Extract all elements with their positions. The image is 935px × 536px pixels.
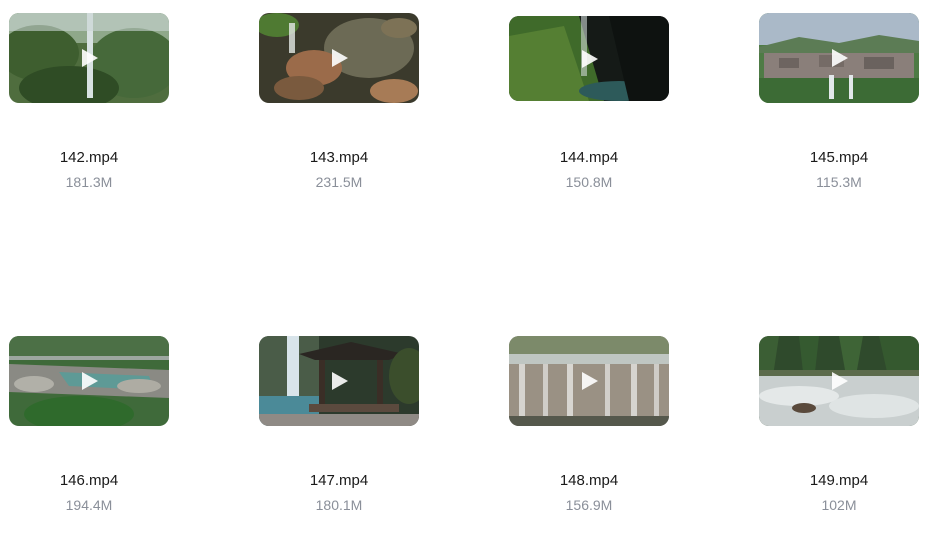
video-file-card[interactable]: 142.mp4 181.3M [0, 13, 180, 213]
cascade-thumbnail[interactable] [509, 336, 669, 426]
play-icon[interactable] [328, 370, 350, 392]
video-file-grid: 142.mp4 181.3M 143.mp4 231.5M 144.mp4 15… [0, 0, 935, 521]
pavilion-waterfall-thumbnail[interactable] [259, 336, 419, 426]
rapids-thumbnail[interactable] [759, 336, 919, 426]
file-size: 156.9M [565, 497, 613, 513]
file-name[interactable]: 143.mp4 [250, 149, 428, 166]
video-file-card[interactable]: 147.mp4 180.1M [250, 336, 430, 536]
river-aerial-thumbnail[interactable] [9, 336, 169, 426]
play-icon[interactable] [828, 47, 850, 69]
mossy-cliff-thumbnail[interactable] [509, 16, 669, 101]
waterfall-forest-thumbnail[interactable] [9, 13, 169, 103]
play-icon[interactable] [328, 47, 350, 69]
play-icon[interactable] [78, 370, 100, 392]
video-file-card[interactable]: 144.mp4 150.8M [500, 16, 680, 216]
video-file-card[interactable]: 149.mp4 102M [750, 336, 930, 536]
file-name[interactable]: 142.mp4 [0, 149, 178, 166]
file-size: 194.4M [65, 497, 113, 513]
file-name[interactable]: 144.mp4 [500, 149, 678, 166]
video-file-card[interactable]: 148.mp4 156.9M [500, 336, 680, 536]
file-name[interactable]: 146.mp4 [0, 472, 178, 489]
play-icon[interactable] [578, 370, 600, 392]
file-name[interactable]: 147.mp4 [250, 472, 428, 489]
play-icon[interactable] [828, 370, 850, 392]
village-waterfall-thumbnail[interactable] [759, 13, 919, 103]
file-name[interactable]: 148.mp4 [500, 472, 678, 489]
video-file-card[interactable]: 146.mp4 194.4M [0, 336, 180, 536]
file-size: 180.1M [315, 497, 363, 513]
file-size: 181.3M [65, 174, 113, 190]
file-name[interactable]: 145.mp4 [750, 149, 928, 166]
play-icon[interactable] [578, 48, 600, 70]
play-icon[interactable] [78, 47, 100, 69]
video-file-card[interactable]: 143.mp4 231.5M [250, 13, 430, 213]
file-size: 115.3M [816, 174, 862, 190]
file-size: 231.5M [315, 174, 363, 190]
file-name[interactable]: 149.mp4 [750, 472, 928, 489]
video-file-card[interactable]: 145.mp4 115.3M [750, 13, 930, 213]
file-size: 150.8M [565, 174, 613, 190]
file-size: 102M [821, 497, 857, 513]
rocky-stream-thumbnail[interactable] [259, 13, 419, 103]
